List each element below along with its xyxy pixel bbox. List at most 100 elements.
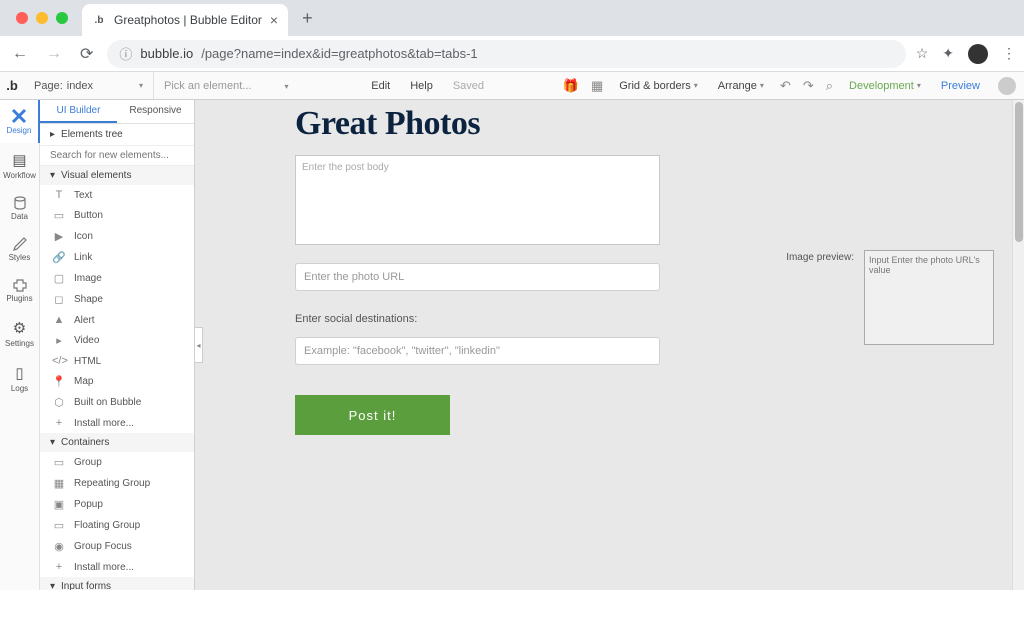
element-text[interactable]: TText [40, 185, 194, 205]
social-destinations-input[interactable]: Example: "facebook", "twitter", "linkedi… [295, 337, 660, 365]
arrange-menu[interactable]: Arrange▾ [708, 72, 774, 99]
grid-borders-menu[interactable]: Grid & borders▾ [609, 72, 708, 99]
element-link[interactable]: 🔗Link [40, 247, 194, 268]
html-icon: </> [52, 355, 66, 367]
expanded-arrow-icon: ▾ [50, 437, 55, 448]
element-alert[interactable]: ▲Alert [40, 310, 194, 330]
element-icon[interactable]: ▶Icon [40, 226, 194, 247]
maximize-window-button[interactable] [56, 12, 68, 24]
image-preview-label: Image preview: [786, 250, 854, 263]
rail-settings[interactable]: ⚙ Settings [0, 311, 39, 356]
group-focus-icon: ◉ [52, 540, 66, 553]
floating-group-icon: ▭ [52, 519, 66, 532]
browser-tab-bar: .b Greatphotos | Bubble Editor × + [0, 0, 1024, 36]
element-image[interactable]: ▢Image [40, 268, 194, 289]
element-button[interactable]: ▭Button [40, 205, 194, 226]
section-containers[interactable]: ▾ Containers [40, 433, 194, 452]
rail-plugins[interactable]: Plugins [0, 270, 39, 311]
container-repeating-group[interactable]: ▦Repeating Group [40, 473, 194, 494]
element-built-on-bubble[interactable]: ⬡Built on Bubble [40, 392, 194, 413]
back-button[interactable]: ← [8, 41, 32, 67]
bubble-logo-icon[interactable]: .b [0, 78, 24, 93]
site-info-icon[interactable]: ⓘ [119, 44, 132, 63]
reload-button[interactable]: ⟳ [76, 40, 97, 68]
element-html[interactable]: </>HTML [40, 351, 194, 371]
icon-icon: ▶ [52, 230, 66, 243]
settings-icon: ⚙ [13, 319, 26, 337]
development-menu[interactable]: Development▾ [839, 72, 931, 99]
expanded-arrow-icon: ▾ [50, 581, 55, 590]
redo-icon[interactable]: ↷ [797, 78, 820, 94]
save-status: Saved [443, 72, 494, 99]
rail-logs[interactable]: ▯ Logs [0, 356, 39, 401]
text-icon: T [52, 189, 66, 201]
tab-responsive[interactable]: Responsive [117, 100, 194, 123]
post-button[interactable]: Post it! [295, 395, 450, 435]
map-icon: 📍 [52, 375, 66, 388]
element-install-more-[interactable]: +Install more... [40, 413, 194, 433]
photo-url-input[interactable]: Enter the photo URL [295, 263, 660, 291]
element-search-input[interactable] [40, 146, 194, 166]
edit-menu[interactable]: Edit [361, 72, 400, 99]
url-path: /page?name=index&id=greatphotos&tab=tabs… [201, 46, 477, 61]
design-icon [11, 108, 27, 124]
forward-button[interactable]: → [42, 41, 66, 67]
rail-styles[interactable]: Styles [0, 229, 39, 270]
page-selector[interactable]: Page: index ▾ [24, 72, 154, 99]
elements-tree-toggle[interactable]: ▸ Elements tree [40, 124, 194, 146]
favicon-icon: .b [92, 13, 106, 27]
rail-data[interactable]: Data [0, 188, 39, 229]
grid-icon[interactable]: ▦ [585, 78, 609, 94]
chevron-down-icon: ▾ [139, 81, 143, 90]
canvas[interactable]: ◂ Great Photos Enter the post body Enter… [195, 100, 1024, 590]
popup-icon: ▣ [52, 498, 66, 511]
post-body-textarea[interactable]: Enter the post body [295, 155, 660, 245]
search-icon[interactable]: ⌕ [820, 78, 839, 94]
container-install-more-[interactable]: +Install more... [40, 557, 194, 577]
shape-icon: ◻ [52, 293, 66, 306]
panel-collapse-handle[interactable]: ◂ [195, 327, 203, 363]
rail-design[interactable]: Design [0, 100, 40, 143]
video-icon: ▸ [52, 334, 66, 347]
element-video[interactable]: ▸Video [40, 330, 194, 351]
profile-avatar[interactable] [968, 44, 988, 64]
help-menu[interactable]: Help [400, 72, 443, 99]
preview-button[interactable]: Preview [931, 72, 990, 99]
chrome-menu-icon[interactable]: ⋮ [1002, 45, 1016, 62]
elements-panel: UI Builder Responsive ▸ Elements tree ▾ … [40, 100, 195, 590]
new-tab-button[interactable]: + [294, 8, 321, 29]
vertical-scrollbar[interactable] [1012, 100, 1024, 590]
button-icon: ▭ [52, 209, 66, 222]
url-input[interactable]: ⓘ bubble.io/page?name=index&id=greatphot… [107, 40, 905, 68]
minimize-window-button[interactable] [36, 12, 48, 24]
container-group-focus[interactable]: ◉Group Focus [40, 536, 194, 557]
undo-icon[interactable]: ↶ [774, 78, 797, 94]
element-map[interactable]: 📍Map [40, 371, 194, 392]
section-input-forms[interactable]: ▾ Input forms [40, 577, 194, 590]
pick-element-dropdown[interactable]: Pick an element... ▾ [154, 80, 299, 92]
tab-title: Greatphotos | Bubble Editor [114, 13, 262, 27]
expanded-arrow-icon: ▾ [50, 170, 55, 181]
collapsed-arrow-icon: ▸ [50, 129, 55, 140]
extensions-icon[interactable]: ✦ [942, 45, 954, 62]
tab-ui-builder[interactable]: UI Builder [40, 100, 117, 123]
install-more--icon: + [52, 417, 66, 429]
container-floating-group[interactable]: ▭Floating Group [40, 515, 194, 536]
page-title[interactable]: Great Photos [295, 105, 984, 143]
image-preview-box[interactable]: Input Enter the photo URL's value [864, 250, 994, 345]
container-popup[interactable]: ▣Popup [40, 494, 194, 515]
tab-close-icon[interactable]: × [270, 12, 278, 28]
container-group[interactable]: ▭Group [40, 452, 194, 473]
section-visual-elements[interactable]: ▾ Visual elements [40, 166, 194, 185]
alert-icon: ▲ [52, 314, 66, 326]
link-icon: 🔗 [52, 251, 66, 264]
group-icon: ▭ [52, 456, 66, 469]
rail-workflow[interactable]: ▤ Workflow [0, 143, 39, 188]
element-shape[interactable]: ◻Shape [40, 289, 194, 310]
browser-tab[interactable]: .b Greatphotos | Bubble Editor × [82, 4, 288, 36]
workflow-icon: ▤ [12, 151, 26, 169]
bookmark-icon[interactable]: ☆ [916, 45, 929, 62]
user-avatar[interactable] [998, 77, 1016, 95]
close-window-button[interactable] [16, 12, 28, 24]
gift-icon[interactable]: 🎁 [557, 78, 585, 94]
